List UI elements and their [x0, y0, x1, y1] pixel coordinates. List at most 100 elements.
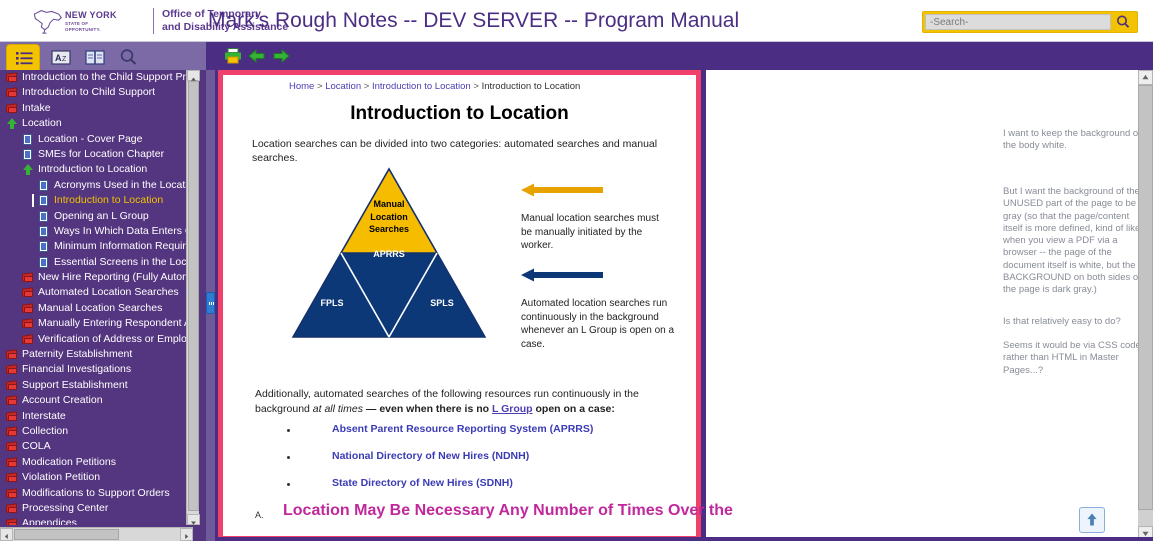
sidebar-scroll-left-button[interactable] — [0, 528, 13, 541]
toc-item[interactable]: Location - Cover Page — [0, 132, 192, 147]
toc-item[interactable]: Introduction to Location — [0, 162, 192, 177]
toc-item[interactable]: Modifications to Support Orders — [0, 486, 192, 501]
toc-item[interactable]: Paternity Establishment — [0, 347, 192, 362]
toc-item[interactable]: Appendices — [0, 516, 192, 525]
toolbar-row: A Z — [0, 42, 1153, 70]
book-icon — [6, 364, 18, 375]
list-item: Absent Parent Resource Reporting System … — [255, 423, 685, 450]
search-button[interactable] — [1113, 14, 1135, 30]
print-button[interactable] — [222, 46, 244, 66]
toc-item[interactable]: Collection — [0, 424, 192, 439]
sidebar-tab-contents[interactable] — [6, 44, 40, 70]
toc-item-label: Location — [22, 117, 62, 130]
toc-item[interactable]: Intake — [0, 101, 192, 116]
sidebar-scroll-right-button[interactable] — [180, 528, 193, 541]
breadcrumb[interactable]: Home > Location > Introduction to Locati… — [289, 81, 580, 92]
caret-left-icon — [4, 533, 8, 540]
toc-item-label: Account Creation — [22, 394, 103, 407]
book-icon — [6, 349, 18, 360]
toc-item[interactable]: COLA — [0, 439, 192, 454]
sidebar-scroll-up-button[interactable] — [187, 70, 200, 81]
toc-item-label: Opening an L Group — [54, 209, 149, 222]
toc-item-label: Violation Petition — [22, 471, 101, 484]
sidebar-tab-glossary[interactable] — [78, 44, 112, 70]
page-white-background: I want to keep the background of the bod… — [706, 70, 1153, 541]
toc-item[interactable]: Processing Center — [0, 501, 192, 516]
toc-item[interactable]: Minimum Information Required to Locate — [0, 239, 192, 254]
breadcrumb-item[interactable]: Introduction to Location — [372, 81, 471, 92]
search-input[interactable] — [925, 14, 1111, 30]
sidebar-hscroll-thumb[interactable] — [14, 529, 119, 540]
toc-item[interactable]: Ways In Which Data Enters Case Record — [0, 224, 192, 239]
toc-item[interactable]: Verification of Address or Employment — [0, 332, 192, 347]
section-title: Location May Be Necessary Any Number of … — [283, 502, 733, 519]
page-icon — [38, 256, 50, 268]
toc-item[interactable]: Opening an L Group — [0, 209, 192, 224]
toc-item-label: Minimum Information Required to Locate — [54, 240, 192, 253]
list-item: National Directory of New Hires (NDNH) — [255, 450, 685, 477]
toc-item-label: Verification of Address or Employment — [38, 332, 192, 345]
breadcrumb-item[interactable]: Location — [325, 81, 361, 92]
back-to-top-button[interactable] — [1079, 507, 1105, 533]
toc-item[interactable]: Interstate — [0, 409, 192, 424]
toc-selection-bar — [32, 194, 34, 208]
bullet-dot-icon — [287, 483, 290, 486]
sidebar-tab-index[interactable]: A Z — [44, 44, 78, 70]
toc-item-label: Collection — [22, 424, 69, 437]
toc-item[interactable]: Essential Screens in the Location Proces… — [0, 255, 192, 270]
toc-item[interactable]: Location — [0, 116, 192, 131]
toc-item[interactable]: Support Establishment — [0, 378, 192, 393]
forward-button[interactable] — [270, 46, 292, 66]
toc-item[interactable]: Acronyms Used in the Location Chapter — [0, 178, 192, 193]
toc-item-label: COLA — [22, 440, 51, 453]
toc-item[interactable]: Financial Investigations — [0, 362, 192, 377]
arrow-left-icon — [248, 48, 265, 64]
toc-item-label: New Hire Reporting (Fully Automated) — [38, 271, 192, 284]
sidebar-scroll-thumb[interactable] — [188, 81, 199, 511]
arrow-right-icon — [273, 48, 290, 64]
toc-item[interactable]: Introduction to the Child Support Progra… — [0, 70, 192, 85]
expanded-arrow-icon — [6, 118, 18, 130]
toc-item[interactable]: Introduction to Location — [0, 193, 192, 208]
toc-item[interactable]: Manual Location Searches — [0, 301, 192, 316]
location-search-triangle-figure: Manual Location Searches APRRS FPLS SPLS — [289, 165, 489, 341]
sidebar-scroll-down-button[interactable] — [187, 514, 200, 525]
book-icon — [6, 395, 18, 406]
sidebar-horizontal-scrollbar[interactable] — [0, 527, 193, 541]
toc-item[interactable]: Introduction to Child Support — [0, 85, 192, 100]
book-icon — [6, 487, 18, 499]
l-group-link[interactable]: L Group — [492, 403, 533, 415]
toc-item-label: Automated Location Searches — [38, 286, 179, 299]
toc-item[interactable]: SMEs for Location Chapter — [0, 147, 192, 162]
toc-item[interactable]: Violation Petition — [0, 470, 192, 485]
toc-item[interactable]: Modication Petitions — [0, 455, 192, 470]
addl-italic: at all times — [312, 403, 363, 415]
splitter-handle[interactable] — [206, 292, 215, 314]
breadcrumb-item[interactable]: Home — [289, 81, 314, 92]
additional-paragraph: Additionally, automated searches of the … — [255, 387, 685, 417]
page-icon — [38, 179, 50, 191]
sidebar-vertical-scrollbar[interactable] — [186, 70, 200, 525]
back-button[interactable] — [246, 46, 268, 66]
bullet-dot-icon — [287, 456, 290, 459]
toc-item[interactable]: Account Creation — [0, 393, 192, 408]
book-icon — [6, 87, 18, 98]
sidebar-tab-strip: A Z — [0, 42, 206, 70]
sidebar-splitter[interactable] — [206, 70, 215, 541]
book-icon — [22, 303, 34, 314]
bottom-strip — [215, 537, 1153, 541]
main-scroll-thumb[interactable] — [1138, 85, 1153, 510]
note-keep-body-white: I want to keep the background of the bod… — [1003, 128, 1141, 152]
sidebar-tab-search[interactable] — [112, 44, 146, 70]
toc-item-label: SMEs for Location Chapter — [38, 147, 165, 160]
toc-item[interactable]: New Hire Reporting (Fully Automated) — [0, 270, 192, 285]
toc-item[interactable]: Automated Location Searches — [0, 285, 192, 300]
breadcrumb-separator: > — [316, 81, 323, 92]
main-vertical-scrollbar[interactable] — [1138, 70, 1153, 541]
table-of-contents-list[interactable]: Introduction to the Child Support Progra… — [0, 70, 192, 525]
main-scroll-up-button[interactable] — [1138, 70, 1153, 85]
toc-item[interactable]: Manually Entering Respondent Address or … — [0, 316, 192, 331]
callout-automated-text: Automated location searches run continuo… — [521, 298, 675, 350]
caret-right-icon — [185, 533, 189, 540]
toc-item-label: Essential Screens in the Location Proces… — [54, 255, 192, 268]
